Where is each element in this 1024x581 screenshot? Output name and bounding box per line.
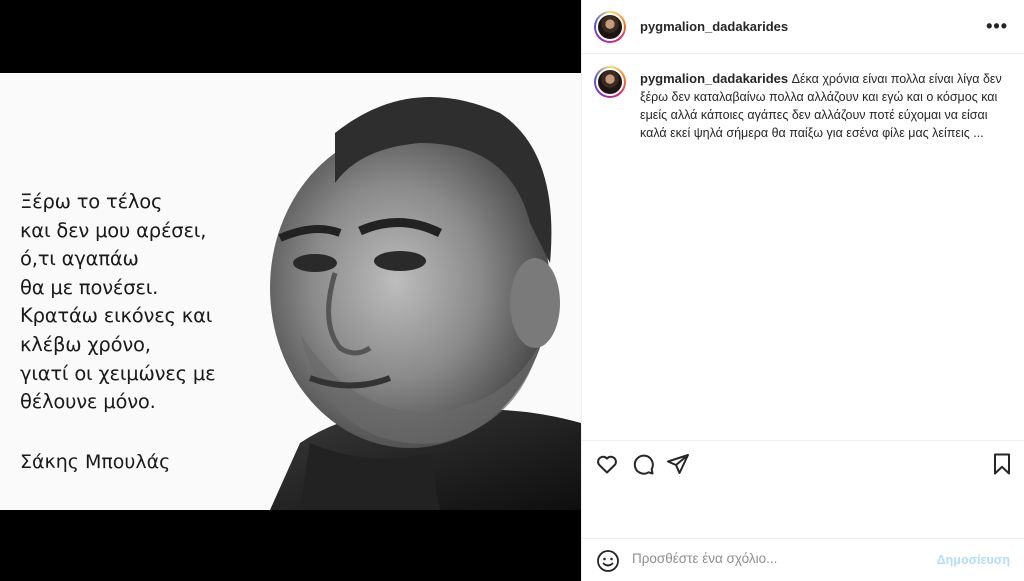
post-photo: Ξέρω το τέλος και δεν μου αρέσει, ό,τι α…	[0, 73, 581, 510]
quote-line: κλέβω χρόνο,	[20, 332, 151, 356]
portrait-image	[270, 97, 581, 510]
more-options-icon[interactable]: •••	[986, 16, 1008, 37]
comment-icon[interactable]	[631, 452, 655, 476]
quote-line: ό,τι αγαπάω	[20, 247, 139, 271]
quote-line: θα με πονέσει.	[20, 275, 159, 299]
quote-line: και δεν μου αρέσει,	[20, 218, 207, 242]
quote-line: Κρατάω εικόνες και	[20, 304, 213, 328]
comment-input[interactable]	[632, 551, 932, 566]
post-header: pygmalion_dadakarides •••	[582, 0, 1024, 54]
caption-avatar[interactable]	[594, 66, 626, 98]
header-username[interactable]: pygmalion_dadakarides	[640, 19, 788, 34]
share-icon[interactable]	[666, 452, 690, 476]
quote-author: Σάκης Μπουλάς	[20, 451, 171, 473]
emoji-icon[interactable]	[596, 549, 620, 573]
comment-bar: Δημοσίευση	[582, 538, 1024, 581]
avatar[interactable]	[594, 11, 626, 43]
quote-text: Ξέρω το τέλος και δεν μου αρέσει, ό,τι α…	[20, 188, 270, 417]
post-media[interactable]: Ξέρω το τέλος και δεν μου αρέσει, ό,τι α…	[0, 0, 581, 581]
post-sidebar: pygmalion_dadakarides ••• pygmalion_dada…	[581, 0, 1024, 581]
caption-username[interactable]: pygmalion_dadakarides	[640, 71, 788, 86]
quote-line: Ξέρω το τέλος	[20, 190, 163, 213]
caption-body: pygmalion_dadakarides Δέκα χρόνια είναι …	[640, 70, 1014, 142]
post-comment-button[interactable]: Δημοσίευση	[937, 553, 1010, 567]
quote-line: γιατί οι χειμώνες με	[20, 361, 216, 385]
heart-icon[interactable]	[595, 452, 619, 476]
quote-line: θέλουνε μόνο.	[20, 390, 156, 414]
action-bar	[582, 440, 1024, 488]
bookmark-icon[interactable]	[990, 452, 1014, 476]
